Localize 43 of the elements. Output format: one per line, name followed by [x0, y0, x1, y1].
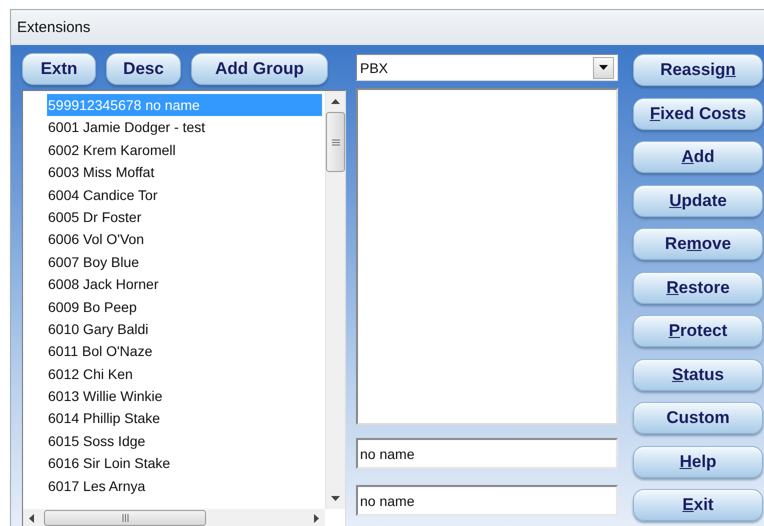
action-button[interactable]: Add: [633, 141, 763, 173]
action-button[interactable]: Status: [633, 358, 763, 390]
description-field[interactable]: no name: [356, 438, 618, 469]
scroll-thumb[interactable]: [44, 510, 206, 526]
list-item[interactable]: 6016 Sir Loin Stake: [47, 452, 322, 475]
list-item[interactable]: 6007 Boy Blue: [47, 250, 322, 274]
action-button[interactable]: Remove: [633, 228, 763, 260]
scroll-up-icon[interactable]: [331, 99, 340, 104]
list-item[interactable]: 6012 Chi Ken: [47, 362, 322, 386]
action-button[interactable]: Help: [633, 446, 763, 478]
action-button[interactable]: Restore: [633, 272, 763, 304]
list-item[interactable]: 6010 Gary Baldi: [47, 318, 322, 340]
list-item[interactable]: 6014 Phillip Stake: [47, 407, 322, 430]
list-item[interactable]: 6017 Les Arnya: [47, 474, 322, 498]
type-dropdown[interactable]: PBX: [356, 54, 618, 81]
list-item[interactable]: 6008 Jack Horner: [47, 273, 322, 296]
list-item[interactable]: 6002 Krem Karomell: [47, 138, 322, 162]
sort-button[interactable]: Extn: [22, 53, 96, 85]
list-item[interactable]: 6003 Miss Moffat: [47, 161, 322, 184]
list-item[interactable]: 6005 Dr Foster: [47, 206, 322, 228]
list-item[interactable]: 6009 Bo Peep: [47, 296, 322, 318]
action-button[interactable]: Protect: [633, 315, 763, 347]
dropdown-arrow-icon: [599, 65, 608, 70]
extension-list[interactable]: [22, 90, 346, 526]
sort-button[interactable]: Desc: [106, 53, 181, 85]
action-button[interactable]: Exit: [633, 489, 763, 521]
action-button[interactable]: Custom: [633, 402, 763, 434]
list-item[interactable]: 6004 Candice Tor: [47, 184, 322, 206]
name-field[interactable]: no name: [356, 485, 618, 516]
list-item[interactable]: 6011 Bol O'Naze: [47, 340, 322, 363]
scroll-left-icon[interactable]: [29, 514, 34, 522]
list-item[interactable]: 6006 Vol O'Von: [47, 228, 322, 251]
list-item[interactable]: 6001 Jamie Dodger - test: [47, 116, 322, 139]
sort-button[interactable]: Add Group: [191, 53, 328, 85]
action-button[interactable]: Update: [633, 184, 763, 216]
list-item[interactable]: 6015 Soss Idge: [47, 430, 322, 452]
window-title: Extensions: [17, 19, 90, 36]
action-button[interactable]: Fixed Costs: [633, 98, 763, 130]
scroll-right-icon[interactable]: [314, 514, 319, 522]
list-item[interactable]: 6013 Willie Winkie: [47, 385, 322, 408]
scroll-thumb[interactable]: [326, 112, 345, 172]
scroll-down-icon[interactable]: [331, 496, 340, 501]
action-button[interactable]: Reassign: [633, 54, 763, 86]
